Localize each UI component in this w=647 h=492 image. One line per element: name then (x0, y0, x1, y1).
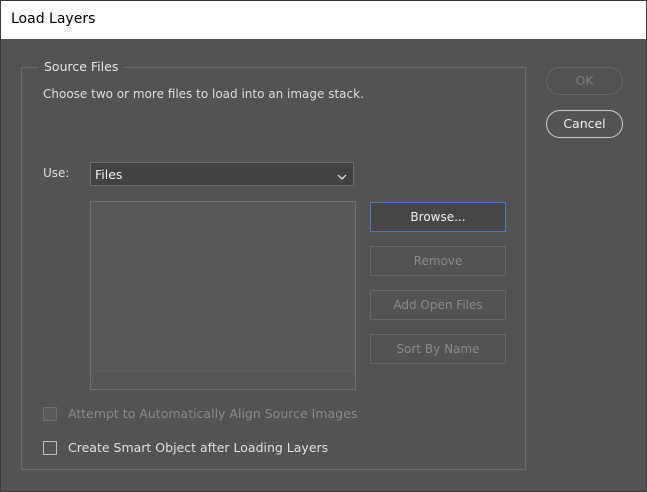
use-select[interactable]: Files (90, 162, 354, 186)
source-files-group: Source Files Choose two or more files to… (21, 59, 526, 470)
add-open-files-button[interactable]: Add Open Files (370, 290, 506, 320)
load-layers-dialog: Load Layers Source Files Choose two or m… (0, 0, 647, 492)
source-files-description: Choose two or more files to load into an… (43, 87, 364, 101)
align-images-label: Attempt to Automatically Align Source Im… (68, 406, 358, 421)
smart-object-checkbox[interactable] (43, 441, 57, 455)
cancel-button[interactable]: Cancel (546, 110, 623, 138)
window-title: Load Layers (11, 11, 96, 27)
file-list[interactable] (90, 201, 356, 390)
smart-object-label: Create Smart Object after Loading Layers (68, 440, 329, 455)
file-list-scrollbar[interactable] (91, 371, 355, 389)
title-bar: Load Layers (1, 1, 646, 39)
ok-button[interactable]: OK (546, 67, 623, 95)
align-images-checkbox[interactable] (43, 407, 57, 421)
remove-button[interactable]: Remove (370, 246, 506, 276)
chevron-down-icon (337, 170, 347, 184)
use-select-value: Files (95, 167, 123, 182)
browse-button[interactable]: Browse... (370, 202, 506, 232)
use-label: Use: (43, 166, 70, 180)
sort-by-name-button[interactable]: Sort By Name (370, 334, 506, 364)
source-files-legend: Source Files (38, 59, 125, 74)
